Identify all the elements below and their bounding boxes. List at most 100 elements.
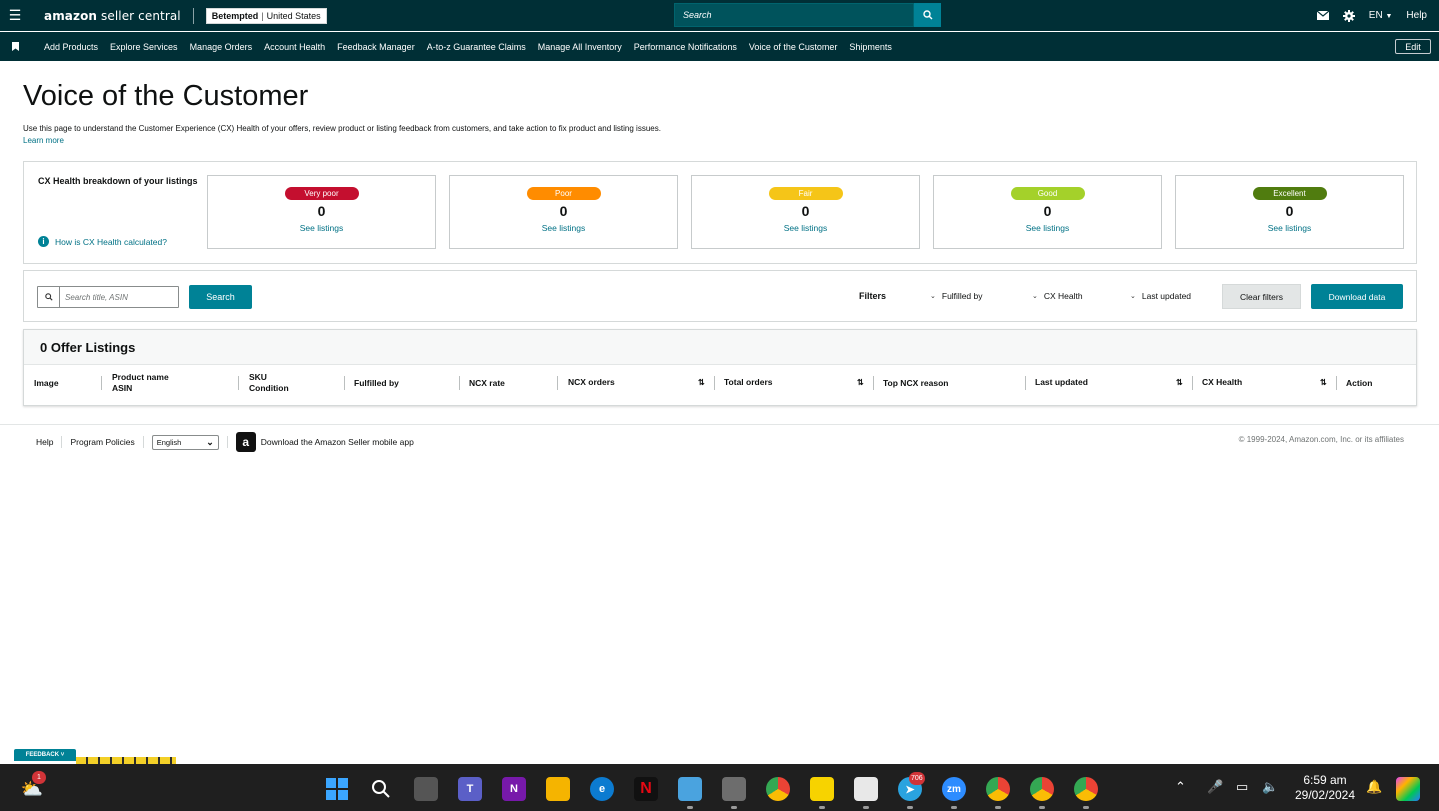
store-selector[interactable]: Betempted | United States	[205, 7, 327, 24]
copilot-icon[interactable]	[1396, 777, 1420, 801]
task-view-icon[interactable]	[414, 777, 438, 801]
gear-icon[interactable]	[1342, 9, 1355, 22]
running-indicator	[731, 806, 737, 809]
nav-manage-inventory[interactable]: Manage All Inventory	[538, 42, 622, 52]
col-divider	[1336, 376, 1337, 390]
listing-search-input[interactable]: Search title, ASIN	[37, 286, 179, 308]
learn-more-link[interactable]: Learn more	[23, 136, 64, 145]
nav-performance-notifications[interactable]: Performance Notifications	[634, 42, 737, 52]
sticky-notes-icon[interactable]	[810, 777, 834, 801]
cx-card-fair: Fair 0 See listings	[691, 175, 920, 249]
help-link[interactable]: Help	[1406, 10, 1427, 21]
footer-help-link[interactable]: Help	[36, 437, 53, 447]
nav-feedback-manager[interactable]: Feedback Manager	[337, 42, 415, 52]
system-clock[interactable]: 6:59 am 29/02/2024	[1292, 773, 1358, 803]
download-data-button[interactable]: Download data	[1311, 284, 1403, 309]
mail-icon[interactable]	[1316, 11, 1329, 20]
volume-icon[interactable]: 🔈	[1262, 779, 1278, 795]
language-selector[interactable]: EN ▼	[1369, 10, 1393, 21]
see-listings-poor[interactable]: See listings	[542, 223, 585, 233]
sort-icon[interactable]: ⇅	[857, 378, 864, 387]
file-explorer-icon[interactable]	[546, 777, 570, 801]
store-name: Betempted	[211, 10, 259, 21]
last-updated-dropdown[interactable]: ⌄ Last updated	[1130, 291, 1191, 301]
chrome-profile-icon[interactable]	[1074, 777, 1098, 801]
cx-health-info-link[interactable]: i How is CX Health calculated?	[38, 236, 167, 247]
offer-listings-count: 0 Offer Listings	[40, 339, 136, 355]
global-search-input[interactable]: Search	[674, 3, 914, 27]
fulfilled-by-dropdown[interactable]: ⌄ Fulfilled by	[930, 291, 983, 301]
divider	[61, 436, 63, 448]
copyright: © 1999-2024, Amazon.com, Inc. or its aff…	[1238, 435, 1404, 444]
search-icon[interactable]	[369, 777, 393, 801]
footer: Help Program Policies English ⌄ a Downloa…	[36, 432, 414, 452]
sort-icon[interactable]: ⇅	[698, 378, 705, 387]
col-sku[interactable]: SKU Condition	[249, 372, 289, 394]
footer-language-select[interactable]: English ⌄	[151, 434, 219, 450]
search-button[interactable]: Search	[189, 285, 252, 309]
nav-voice-of-customer[interactable]: Voice of the Customer	[749, 42, 838, 52]
netflix-icon[interactable]: N	[634, 777, 658, 801]
microphone-icon[interactable]: 🎤	[1207, 779, 1223, 795]
shortcut-nav-bar: Add Products Explore Services Manage Ord…	[0, 32, 1439, 61]
onenote-icon[interactable]: N	[502, 777, 526, 801]
network-icon[interactable]: ▭	[1236, 779, 1248, 795]
cx-card-good: Good 0 See listings	[933, 175, 1162, 249]
nav-manage-orders[interactable]: Manage Orders	[190, 42, 253, 52]
notepad-icon[interactable]	[678, 777, 702, 801]
col-ncx-rate: NCX rate	[469, 378, 505, 388]
clear-filters-button[interactable]: Clear filters	[1222, 284, 1301, 309]
nav-explore-services[interactable]: Explore Services	[110, 42, 178, 52]
bookmark-icon[interactable]	[0, 42, 30, 51]
running-indicator	[1039, 806, 1045, 809]
seller-central-logo[interactable]: amazon seller central	[44, 9, 181, 23]
download-app-link[interactable]: Download the Amazon Seller mobile app	[261, 437, 414, 447]
nav-shipments[interactable]: Shipments	[849, 42, 892, 52]
program-policies-link[interactable]: Program Policies	[70, 437, 134, 447]
calculator-icon[interactable]	[722, 777, 746, 801]
cx-pill-fair: Fair	[768, 187, 843, 200]
col-last-updated[interactable]: Last updated	[1035, 377, 1088, 388]
global-search-button[interactable]	[914, 3, 941, 27]
nav-a-to-z-claims[interactable]: A-to-z Guarantee Claims	[427, 42, 526, 52]
start-icon[interactable]	[325, 777, 349, 801]
cx-count-poor: 0	[559, 203, 568, 219]
sort-icon[interactable]: ⇅	[1176, 378, 1183, 387]
page-title: Voice of the Customer	[23, 80, 309, 112]
running-indicator	[687, 806, 693, 809]
edit-nav-button[interactable]: Edit	[1395, 39, 1431, 54]
chrome-profile-icon[interactable]	[1030, 777, 1054, 801]
running-indicator	[951, 806, 957, 809]
sort-icon[interactable]: ⇅	[1320, 378, 1327, 387]
chrome-profile-icon[interactable]	[986, 777, 1010, 801]
nav-account-health[interactable]: Account Health	[264, 42, 325, 52]
nav-items: Add Products Explore Services Manage Ord…	[44, 42, 892, 52]
col-divider	[873, 376, 874, 390]
cx-count-fair: 0	[801, 203, 810, 219]
menu-icon[interactable]: ☰	[0, 0, 30, 31]
see-listings-good[interactable]: See listings	[1026, 223, 1069, 233]
chevron-up-icon[interactable]: ⌃	[1175, 779, 1186, 795]
cx-health-dropdown[interactable]: ⌄ CX Health	[1032, 291, 1083, 301]
feedback-tab[interactable]: FEEDBACK ˅	[14, 749, 76, 761]
snipping-tool-icon[interactable]	[854, 777, 878, 801]
cx-pill-poor: Poor	[526, 187, 601, 200]
nav-add-products[interactable]: Add Products	[44, 42, 98, 52]
col-divider	[238, 376, 239, 390]
notifications-icon[interactable]: 🔔	[1366, 779, 1382, 795]
filters-label: Filters	[859, 291, 887, 301]
see-listings-fair[interactable]: See listings	[784, 223, 827, 233]
see-listings-very-poor[interactable]: See listings	[300, 223, 343, 233]
col-product-name[interactable]: Product name ASIN	[112, 372, 169, 394]
see-listings-excellent[interactable]: See listings	[1268, 223, 1311, 233]
edge-icon[interactable]: e	[590, 777, 614, 801]
col-image: Image	[34, 378, 59, 388]
zoom-icon[interactable]: zm	[942, 777, 966, 801]
chevron-down-icon: ⌄	[930, 293, 936, 300]
col-total-orders[interactable]: Total orders	[724, 377, 773, 388]
col-cx-health[interactable]: CX Health	[1202, 377, 1242, 388]
chrome-icon[interactable]	[766, 777, 790, 801]
col-ncx-orders[interactable]: NCX orders	[568, 377, 615, 388]
teams-icon[interactable]: T	[458, 777, 482, 801]
store-region: United States	[266, 10, 321, 21]
